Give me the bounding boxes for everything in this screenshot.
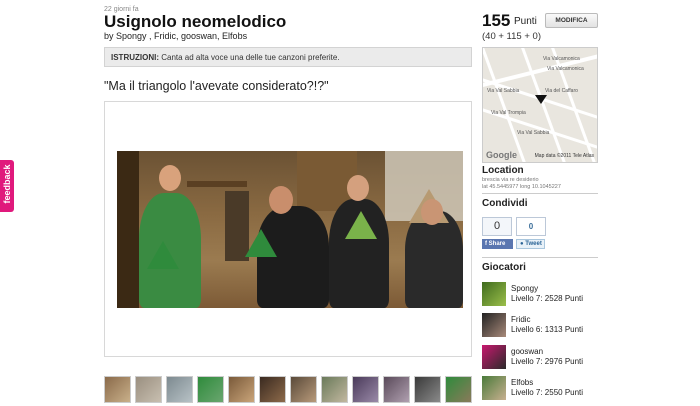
location-coords: lat 45.5445977 long 10.1045227 — [482, 184, 561, 190]
map-street-label: Via Val Trompia — [491, 110, 526, 116]
feedback-label: feedback — [2, 164, 12, 204]
twitter-icon: ● — [520, 241, 524, 247]
thumbnail[interactable] — [104, 376, 131, 403]
player-name[interactable]: Elfobs — [511, 378, 533, 387]
instructions-label: ISTRUZIONI: — [111, 53, 159, 62]
thumbnail[interactable] — [290, 376, 317, 403]
facebook-icon: f — [485, 241, 487, 247]
player-row[interactable]: Spongy Livello 7: 2528 Punti — [482, 282, 598, 308]
player-name[interactable]: Fridic — [511, 315, 531, 324]
author-byline[interactable]: by Spongy , Fridic, gooswan, Elfobs — [104, 31, 247, 41]
triangle-prop-2 — [245, 229, 277, 257]
map-street-label: Via Valcamonica — [547, 66, 584, 72]
person-4-head — [421, 199, 443, 225]
divider — [482, 257, 598, 258]
map-road — [483, 48, 530, 162]
video-player[interactable] — [104, 101, 472, 357]
location-map[interactable]: Via Valcamonica Via Valcamonica Via Val … — [482, 47, 598, 163]
player-row[interactable]: Elfobs Livello 7: 2550 Punti — [482, 376, 598, 402]
feedback-tab[interactable]: feedback — [0, 160, 14, 212]
thumbnail[interactable] — [352, 376, 379, 403]
person-3-head — [347, 175, 369, 201]
points-breakdown: (40 + 115 + 0) — [482, 31, 541, 42]
player-level: Livello 6: 1313 Punti — [511, 325, 584, 334]
location-heading: Location — [482, 165, 524, 176]
player-level: Livello 7: 2976 Punti — [511, 357, 584, 366]
entry-caption: "Ma il triangolo l'avevate considerato?!… — [104, 79, 329, 93]
video-bg-shelf — [187, 181, 247, 187]
edit-button[interactable]: MODIFICA — [545, 13, 598, 28]
page: feedback 22 giorni fa Usignolo neomelodi… — [0, 0, 700, 406]
person-1-head — [159, 165, 181, 191]
tweet-count: 0 — [516, 217, 546, 236]
location-street: brescia via re desiderio — [482, 177, 539, 183]
triangle-prop-1 — [147, 241, 179, 269]
map-street-label: Via Valcamonica — [543, 56, 580, 62]
player-name[interactable]: Spongy — [511, 284, 538, 293]
map-attribution: Map data ©2011 Tele Atlas — [534, 153, 594, 159]
facebook-share-button[interactable]: f Share — [482, 239, 513, 249]
points-value: 155 — [482, 11, 511, 30]
avatar[interactable] — [482, 282, 506, 306]
video-frame[interactable] — [117, 151, 463, 308]
avatar[interactable] — [482, 345, 506, 369]
thumbnail[interactable] — [135, 376, 162, 403]
player-row[interactable]: Fridic Livello 6: 1313 Punti — [482, 313, 598, 339]
page-title: Usignolo neomelodico — [104, 12, 287, 31]
person-2-head — [269, 186, 293, 214]
avatar[interactable] — [482, 313, 506, 337]
tweet-label: Tweet — [525, 241, 542, 247]
video-bg-door — [117, 151, 139, 308]
facebook-share-label: Share — [488, 241, 506, 247]
player-level: Livello 7: 2550 Punti — [511, 388, 584, 397]
thumbnail[interactable] — [321, 376, 348, 403]
instructions-text: Canta ad alta voce una delle tue canzoni… — [161, 53, 340, 62]
points-label: Punti — [514, 16, 537, 27]
map-street-label: Via del Caffaro — [545, 88, 578, 94]
map-street-label: Via Val Sabbia — [487, 88, 520, 94]
map-pin-icon[interactable] — [535, 95, 547, 104]
share-heading: Condividi — [482, 198, 528, 209]
person-2 — [257, 206, 329, 308]
facebook-share-count: 0 — [482, 217, 512, 236]
player-row[interactable]: gooswan Livello 7: 2976 Punti — [482, 345, 598, 371]
thumbnail[interactable] — [197, 376, 224, 403]
thumbnail[interactable] — [228, 376, 255, 403]
tweet-button[interactable]: ● Tweet — [516, 239, 545, 249]
thumbnail[interactable] — [414, 376, 441, 403]
google-logo: Google — [486, 150, 517, 160]
players-heading: Giocatori — [482, 262, 526, 273]
thumbnail[interactable] — [166, 376, 193, 403]
avatar[interactable] — [482, 376, 506, 400]
thumbnail[interactable] — [259, 376, 286, 403]
thumbnail[interactable] — [383, 376, 410, 403]
triangle-prop-3 — [345, 211, 377, 239]
map-street-label: Via Val Sabbia — [517, 130, 550, 136]
player-name[interactable]: gooswan — [511, 347, 543, 356]
thumbnail-strip — [104, 376, 472, 404]
person-4 — [405, 211, 463, 308]
location-address: brescia via re desiderio lat 45.5445977 … — [482, 177, 561, 191]
thumbnail[interactable] — [445, 376, 472, 403]
player-level: Livello 7: 2528 Punti — [511, 294, 584, 303]
instructions-box: ISTRUZIONI: Canta ad alta voce una delle… — [104, 47, 472, 67]
divider — [482, 193, 598, 194]
